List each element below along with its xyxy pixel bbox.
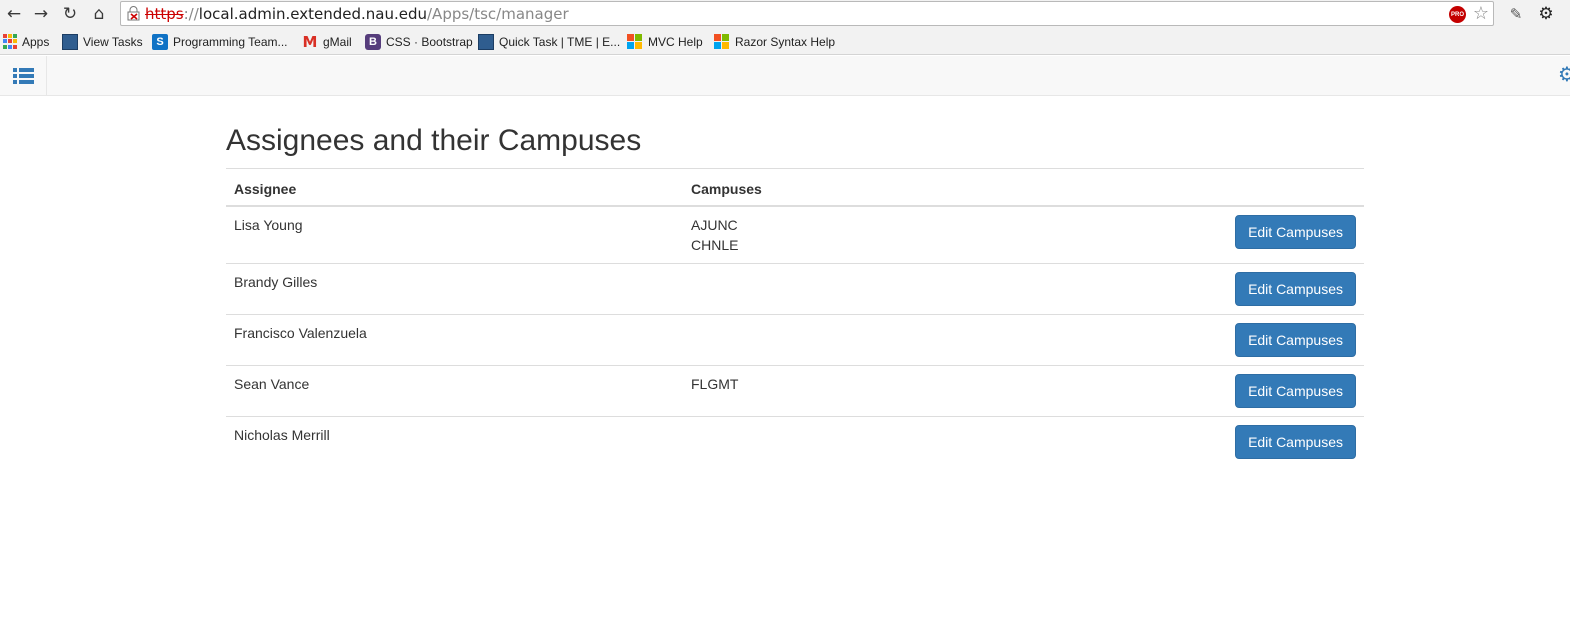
- bookmark-label: View Tasks: [83, 34, 143, 49]
- bookmark-view-tasks[interactable]: View Tasks: [62, 33, 143, 50]
- row-actions: Edit Campuses: [1203, 415, 1364, 467]
- edit-campuses-button[interactable]: Edit Campuses: [1235, 322, 1356, 357]
- bookmark-razor-syntax-help[interactable]: Razor Syntax Help: [714, 33, 835, 50]
- bookmark-label: gMail: [323, 34, 352, 49]
- tme-icon: [62, 33, 78, 50]
- url-text: https://local.admin.extended.nau.edu/App…: [145, 5, 569, 23]
- browser-menu-gear-icon[interactable]: ⚙: [1535, 3, 1557, 25]
- insecure-lock-icon: [127, 6, 140, 21]
- bookmarks-bar: Apps View Tasks S Programming Team... M …: [0, 28, 1570, 55]
- bookmark-label: Programming Team...: [173, 34, 288, 49]
- list-icon: [12, 67, 34, 84]
- table-header-row: Assignee Campuses: [226, 168, 1364, 207]
- bookmark-mvc-help[interactable]: MVC Help: [627, 33, 703, 50]
- apps-grid-icon: [3, 33, 17, 50]
- assignee-name: Brandy Gilles: [226, 262, 683, 314]
- reload-icon[interactable]: ↻: [59, 3, 81, 25]
- column-header-campuses: Campuses: [683, 168, 1203, 207]
- app-navbar: ⚙: [0, 56, 1570, 96]
- page-title: Assignees and their Campuses: [226, 124, 642, 157]
- edit-campuses-button[interactable]: Edit Campuses: [1235, 373, 1356, 408]
- table-row: Lisa Young AJUNC CHNLE Edit Campuses: [226, 205, 1364, 263]
- row-actions: Edit Campuses: [1203, 205, 1364, 263]
- row-actions: Edit Campuses: [1203, 364, 1364, 416]
- table-row: Brandy Gilles Edit Campuses: [226, 262, 1364, 314]
- campus-code: FLGMT: [691, 375, 739, 392]
- campus-list: AJUNC CHNLE: [683, 205, 1203, 263]
- table-row: Nicholas Merrill Edit Campuses: [226, 415, 1364, 467]
- sharepoint-icon: S: [152, 33, 168, 50]
- column-header-actions: [1203, 168, 1364, 207]
- home-icon[interactable]: ⌂: [88, 3, 110, 25]
- campus-code: CHNLE: [691, 236, 739, 253]
- row-actions: Edit Campuses: [1203, 313, 1364, 365]
- campus-list: [683, 415, 1203, 467]
- bootstrap-icon: B: [365, 33, 381, 50]
- back-arrow-icon[interactable]: ←: [3, 3, 25, 25]
- bookmark-programming-team[interactable]: S Programming Team...: [152, 33, 288, 50]
- assignee-name: Sean Vance: [226, 364, 683, 416]
- microsoft-icon: [714, 33, 730, 50]
- url-scheme: https: [145, 5, 184, 23]
- row-actions: Edit Campuses: [1203, 262, 1364, 314]
- assignee-name: Lisa Young: [226, 205, 683, 263]
- bookmark-quick-task[interactable]: Quick Task | TME | E...: [478, 33, 620, 50]
- edit-campuses-button[interactable]: Edit Campuses: [1235, 424, 1356, 459]
- assignee-name: Nicholas Merrill: [226, 415, 683, 467]
- campus-list: [683, 262, 1203, 314]
- edit-campuses-button[interactable]: Edit Campuses: [1235, 214, 1356, 249]
- bookmark-apps[interactable]: Apps: [3, 33, 49, 50]
- settings-gear-icon[interactable]: ⚙: [1558, 64, 1570, 84]
- bookmark-label: Quick Task | TME | E...: [499, 34, 621, 49]
- address-bar[interactable]: https://local.admin.extended.nau.edu/App…: [120, 1, 1494, 26]
- extension-badge-icon[interactable]: PRO: [1449, 6, 1466, 23]
- assignee-name: Francisco Valenzuela: [226, 313, 683, 365]
- bookmark-label: Apps: [22, 34, 50, 49]
- eyedropper-extension-icon[interactable]: ✎: [1505, 3, 1527, 25]
- table-row: Francisco Valenzuela Edit Campuses: [226, 313, 1364, 365]
- edit-campuses-button[interactable]: Edit Campuses: [1235, 271, 1356, 306]
- bookmark-label: Razor Syntax Help: [735, 34, 836, 49]
- bookmark-label: MVC Help: [648, 34, 703, 49]
- gmail-icon: M: [302, 32, 318, 51]
- campus-code: AJUNC: [691, 216, 738, 233]
- assignees-table: Assignee Campuses Lisa Young AJUNC CHNLE…: [226, 168, 1364, 467]
- microsoft-icon: [627, 33, 643, 50]
- url-host: local.admin.extended.nau.edu: [198, 5, 427, 23]
- forward-arrow-icon[interactable]: →: [30, 3, 52, 25]
- bookmark-css-bootstrap[interactable]: B CSS · Bootstrap: [365, 33, 473, 50]
- bookmark-label: CSS · Bootstrap: [386, 34, 473, 49]
- url-path: /Apps/tsc/manager: [427, 5, 569, 23]
- campus-list: FLGMT: [683, 364, 1203, 416]
- table-row: Sean Vance FLGMT Edit Campuses: [226, 364, 1364, 416]
- tme-icon: [478, 33, 494, 50]
- bookmark-star-icon[interactable]: ☆: [1473, 3, 1489, 24]
- campus-list: [683, 313, 1203, 365]
- url-separator: ://: [183, 5, 199, 23]
- sidebar-toggle-button[interactable]: [0, 56, 47, 95]
- browser-toolbar: ← → ↻ ⌂ https://local.admin.extended.nau…: [0, 0, 1570, 28]
- bookmark-gmail[interactable]: M gMail: [302, 32, 352, 51]
- column-header-assignee: Assignee: [226, 168, 683, 207]
